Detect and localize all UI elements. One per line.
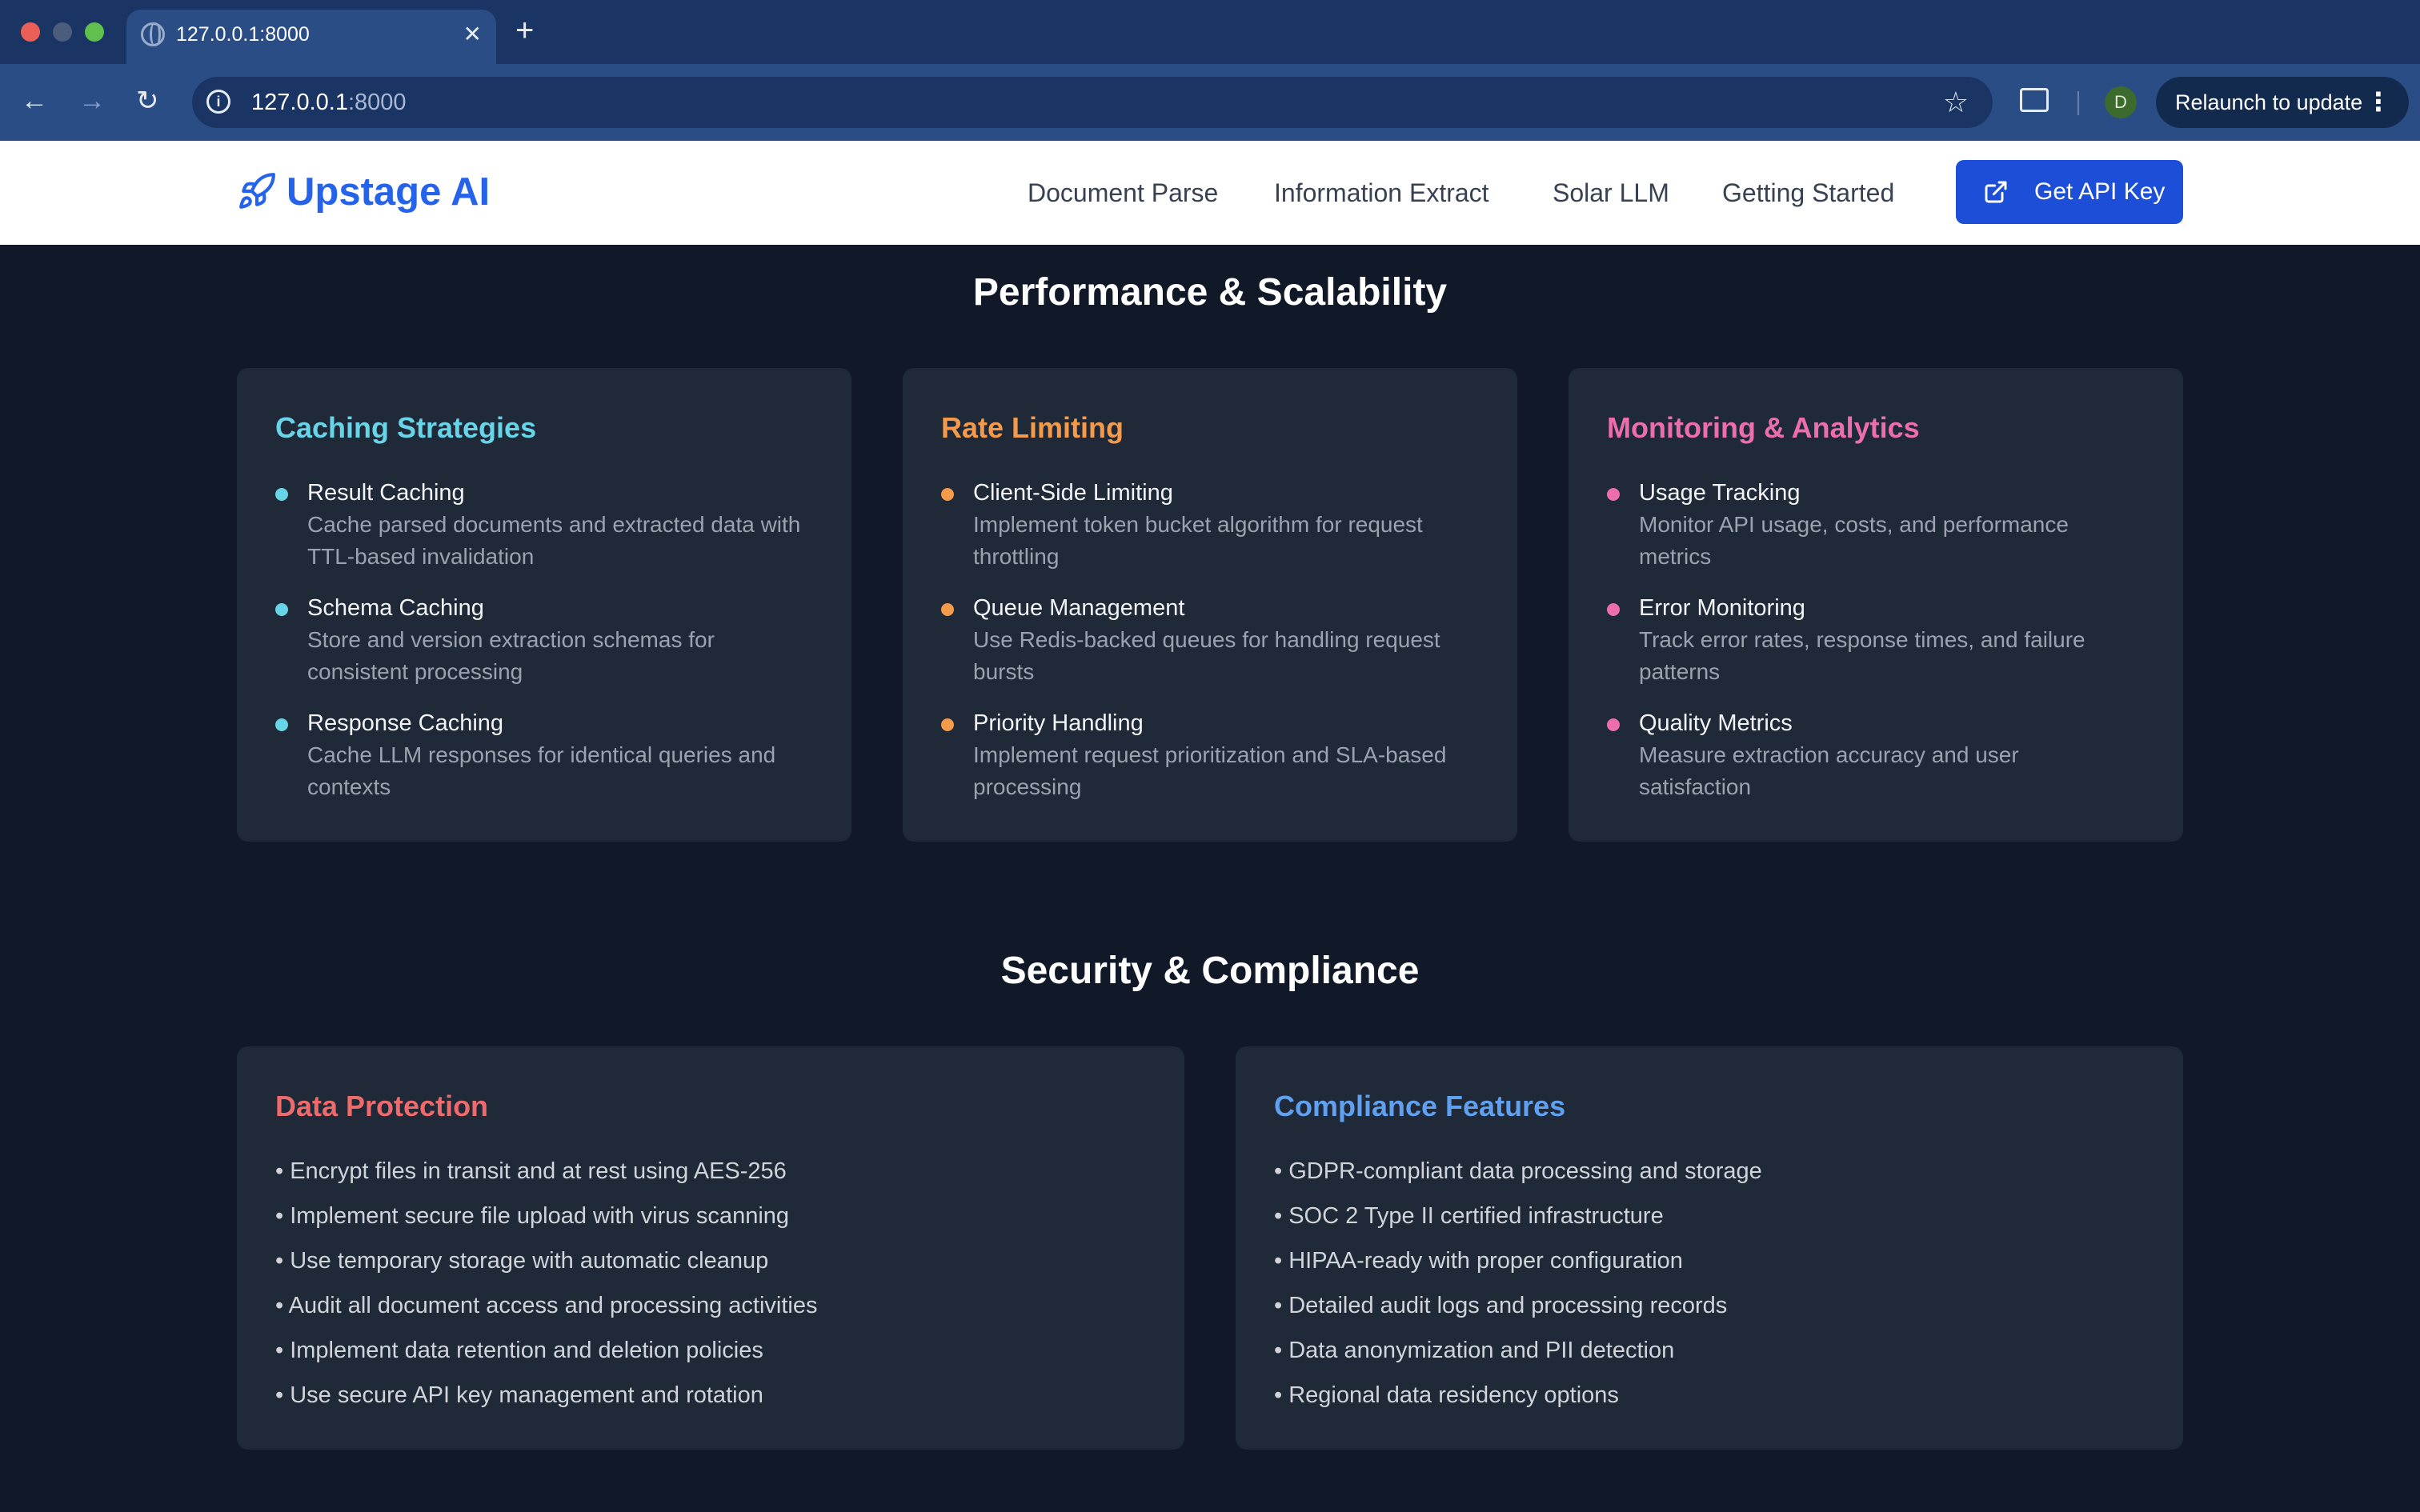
nav-document-parse[interactable]: Document Parse	[1028, 176, 1218, 210]
card-title: Caching Strategies	[275, 411, 537, 444]
menu-dots-icon: ⋮	[2366, 87, 2391, 116]
bullet-dot	[1607, 718, 1620, 731]
item-description: Use Redis-backed queues for handling req…	[973, 627, 1440, 684]
bullet-dot	[275, 488, 288, 501]
relaunch-label: Relaunch to update	[2175, 90, 2363, 114]
list-item: • Use temporary storage with automatic c…	[275, 1248, 769, 1274]
card-title: Monitoring & Analytics	[1607, 411, 1920, 444]
card-title: Data Protection	[275, 1090, 489, 1122]
bookmark-star-icon[interactable]: ☆	[1943, 85, 1969, 120]
maximize-window-button[interactable]	[85, 22, 104, 42]
url-port: :8000	[347, 90, 407, 115]
item-description: Implement token bucket algorithm for req…	[973, 512, 1423, 569]
bullet-dot	[1607, 488, 1620, 501]
nav-getting-started[interactable]: Getting Started	[1722, 176, 1894, 210]
bullet-dot	[941, 488, 954, 501]
card-title: Rate Limiting	[941, 411, 1124, 444]
get-api-key-label: Get API Key	[2034, 178, 2166, 205]
address-bar[interactable]: i 127.0.0.1:8000 ☆	[192, 77, 1993, 128]
globe-icon	[141, 22, 165, 46]
rocket-icon	[239, 173, 275, 209]
close-window-button[interactable]	[21, 22, 40, 42]
site-header: Upstage AI Document Parse Information Ex…	[0, 141, 2420, 245]
item-description: Cache LLM responses for identical querie…	[307, 742, 776, 799]
list-item: • HIPAA-ready with proper configuration	[1274, 1248, 1683, 1274]
item-title: Response Caching	[307, 710, 504, 736]
item-title: Client-Side Limiting	[973, 480, 1173, 506]
tab-close-icon[interactable]: ✕	[463, 21, 482, 48]
item-description: Store and version extraction schemas for…	[307, 627, 715, 684]
site-info-icon[interactable]: i	[206, 90, 230, 114]
list-item: • Use secure API key management and rota…	[275, 1382, 763, 1408]
browser-tab-bar: 127.0.0.1:8000 ✕ +	[0, 0, 2420, 66]
profile-avatar[interactable]: D	[2105, 86, 2137, 118]
forward-arrow-icon[interactable]: →	[78, 85, 106, 117]
new-tab-button[interactable]: +	[515, 13, 534, 48]
external-link-icon	[1985, 181, 2007, 203]
item-description: Cache parsed documents and extracted dat…	[307, 512, 801, 569]
card-title: Compliance Features	[1274, 1090, 1566, 1122]
performance-section-title: Performance & Scalability	[972, 271, 1448, 314]
security-section-title: Security & Compliance	[1000, 950, 1420, 992]
rate-limiting-card: Rate Limiting Client-Side Limiting Imple…	[903, 368, 1517, 842]
browser-toolbar: ← → ↻ i 127.0.0.1:8000 ☆ D Relaunch to u…	[0, 64, 2420, 141]
item-title: Error Monitoring	[1639, 595, 1805, 621]
list-item: • Data anonymization and PII detection	[1274, 1338, 1675, 1363]
browser-tab[interactable]: 127.0.0.1:8000 ✕	[126, 10, 496, 66]
list-item: • Detailed audit logs and processing rec…	[1274, 1293, 1728, 1318]
item-title: Result Caching	[307, 480, 465, 506]
item-description: Implement request prioritization and SLA…	[973, 742, 1447, 799]
reload-icon[interactable]: ↻	[136, 85, 159, 117]
item-description: Monitor API usage, costs, and performanc…	[1639, 512, 2069, 569]
list-item: • Regional data residency options	[1274, 1382, 1619, 1408]
bullet-dot	[275, 603, 288, 616]
toolbar-divider	[2077, 91, 2079, 115]
list-item: • SOC 2 Type II certified infrastructure	[1274, 1203, 1664, 1229]
caching-strategies-card: Caching Strategies Result Caching Cache …	[237, 368, 851, 842]
bullet-dot	[1607, 603, 1620, 616]
get-api-key-button[interactable]: Get API Key	[1956, 160, 2183, 224]
monitoring-analytics-card: Monitoring & Analytics Usage Tracking Mo…	[1569, 368, 2183, 842]
list-item: • Audit all document access and processi…	[275, 1293, 818, 1318]
list-item: • Encrypt files in transit and at rest u…	[275, 1158, 787, 1184]
item-description: Measure extraction accuracy and user sat…	[1639, 742, 2019, 799]
list-item: • Implement data retention and deletion …	[275, 1338, 763, 1363]
tab-title: 127.0.0.1:8000	[176, 23, 310, 46]
minimize-window-button[interactable]	[53, 22, 72, 42]
data-protection-card: Data Protection • Encrypt files in trans…	[237, 1046, 1184, 1450]
item-title: Queue Management	[973, 595, 1185, 621]
nav-solar-llm[interactable]: Solar LLM	[1553, 176, 1669, 210]
item-title: Usage Tracking	[1639, 480, 1801, 506]
back-arrow-icon[interactable]: ←	[21, 85, 48, 117]
url-host: 127.0.0.1	[251, 90, 348, 115]
bullet-dot	[941, 603, 954, 616]
relaunch-button[interactable]: Relaunch to update ⋮	[2156, 77, 2409, 128]
item-title: Quality Metrics	[1639, 710, 1793, 736]
item-title: Priority Handling	[973, 710, 1144, 736]
search-tab-icon[interactable]	[2020, 88, 2049, 112]
item-title: Schema Caching	[307, 595, 484, 621]
logo-text[interactable]: Upstage AI	[286, 168, 490, 216]
url-text[interactable]: 127.0.0.1:8000	[251, 88, 407, 117]
list-item: • Implement secure file upload with viru…	[275, 1203, 790, 1229]
nav-information-extract[interactable]: Information Extract	[1274, 176, 1489, 210]
bullet-dot	[941, 718, 954, 731]
bullet-dot	[275, 718, 288, 731]
item-description: Track error rates, response times, and f…	[1639, 627, 2085, 684]
compliance-features-card: Compliance Features • GDPR-compliant dat…	[1236, 1046, 2183, 1450]
list-item: • GDPR-compliant data processing and sto…	[1274, 1158, 1762, 1184]
